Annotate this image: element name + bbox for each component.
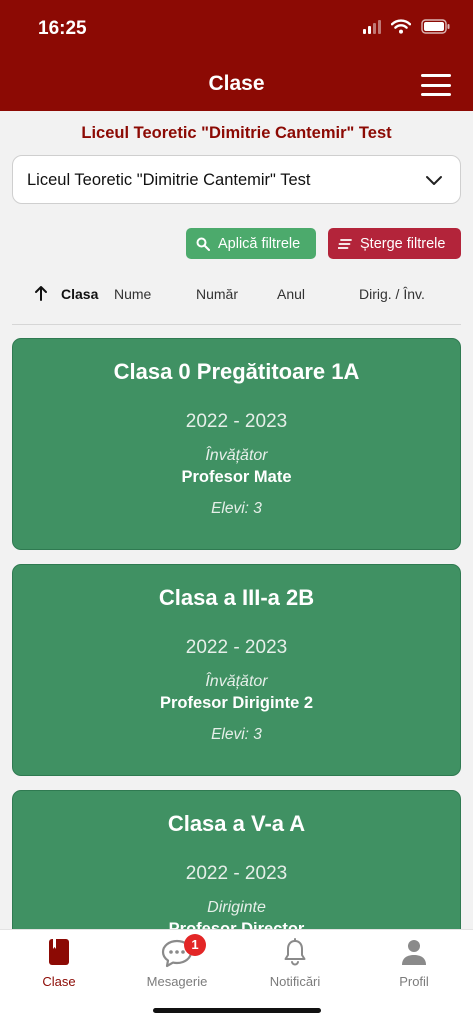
clear-filter-icon [338,238,352,249]
apply-filters-button[interactable]: Aplică filtrele [186,228,316,259]
app-bar: Clase [0,60,473,111]
signal-icon [363,19,381,34]
teacher-name: Profesor Diriginte 2 [159,694,314,712]
status-bar: 16:25 [0,0,473,60]
tab-label: Profil [399,974,429,989]
tab-profil[interactable]: Profil [355,930,473,1000]
class-card[interactable]: Clasa a V-a A 2022 - 2023 Diriginte Prof… [12,790,461,929]
search-icon [196,237,210,251]
teacher-name: Profesor Director [168,920,305,929]
class-year: 2022 - 2023 [185,411,288,432]
teacher-role: Diriginte [207,899,266,916]
student-count: Elevi: 3 [211,500,262,517]
chevron-down-icon [426,176,442,185]
class-year: 2022 - 2023 [185,863,288,884]
sort-column-clasa[interactable]: Clasa [61,286,98,302]
sort-column-numar[interactable]: Număr [196,286,238,302]
teacher-name: Profesor Mate [181,468,292,486]
class-list[interactable]: Clasa 0 Pregătitoare 1A 2022 - 2023 Învă… [0,325,473,929]
status-icons [363,19,451,34]
person-icon [402,940,426,965]
class-year: 2022 - 2023 [185,637,288,658]
unread-badge: 1 [184,934,206,956]
teacher-role: Învățător [205,447,268,464]
book-icon [49,939,69,965]
tab-label: Mesagerie [146,974,208,989]
class-card[interactable]: Clasa a III-a 2B 2022 - 2023 Învățător P… [12,564,461,776]
school-title: Liceul Teoretic "Dimitrie Cantemir" Test [81,124,392,142]
school-select[interactable]: Liceul Teoretic "Dimitrie Cantemir" Test [12,155,461,204]
tab-label: Clase [42,974,76,989]
clear-filters-button[interactable]: Șterge filtrele [328,228,461,259]
student-count: Elevi: 3 [211,726,262,743]
tab-label: Notificări [269,974,321,989]
class-name: Clasa a V-a A [167,811,306,836]
page-title: Clase [208,72,265,95]
sort-column-anul[interactable]: Anul [277,286,305,302]
battery-icon [421,19,450,34]
arrow-up-icon[interactable] [34,284,48,302]
tab-mesagerie[interactable]: 1 Mesagerie [118,930,236,1000]
teacher-role: Învățător [205,673,268,690]
clear-filters-label: Șterge filtrele [360,235,446,252]
sort-column-diriginte[interactable]: Dirig. / Înv. [359,286,425,302]
apply-filters-label: Aplică filtrele [218,235,301,252]
class-name: Clasa 0 Pregătitoare 1A [113,359,360,384]
class-name: Clasa a III-a 2B [158,585,315,610]
wifi-icon [391,19,411,34]
school-select-value: Liceul Teoretic "Dimitrie Cantemir" Test [27,171,311,189]
tab-notificari[interactable]: Notificări [236,930,354,1000]
home-indicator [153,1008,321,1013]
class-card[interactable]: Clasa 0 Pregătitoare 1A 2022 - 2023 Învă… [12,338,461,550]
hamburger-menu-icon[interactable] [421,74,451,96]
bell-icon [284,938,306,966]
sort-column-nume[interactable]: Nume [114,286,151,302]
sort-bar: Clasa Nume Număr Anul Dirig. / Înv. [0,282,473,306]
status-time: 16:25 [38,18,87,39]
tab-clase[interactable]: Clase [0,930,118,1000]
